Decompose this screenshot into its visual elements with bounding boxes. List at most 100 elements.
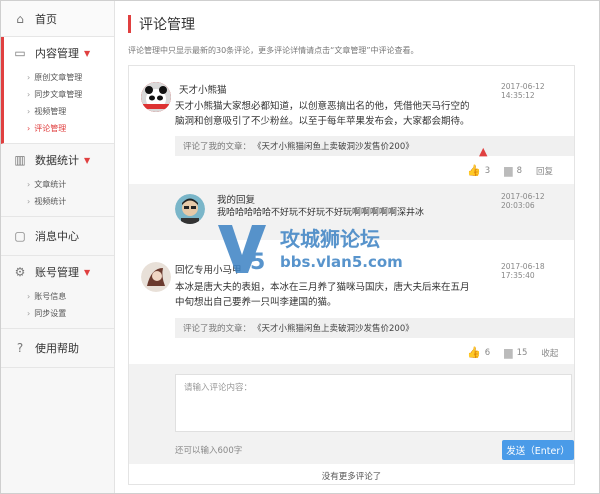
thumbs-up-icon: 👍	[467, 346, 481, 359]
comment-bubble-icon: ▆	[504, 164, 513, 177]
sidebar-item-label: 使用帮助	[35, 342, 79, 355]
main-content: 评论管理 评论管理中只显示最新的30条评论，更多评论详情请点击“文章管理”中评论…	[116, 1, 599, 493]
comment-body-line: 脑洞和创意吸引了不少粉丝。以至于每年苹果发布会，大家都会期待。	[175, 116, 470, 127]
sidebar-subitem-comments[interactable]: › 评论管理	[4, 120, 114, 137]
article-reference-prefix: 评论了我的文章：	[183, 324, 252, 334]
bullet-icon: ›	[27, 180, 31, 189]
chevron-down-icon: ▼	[84, 267, 91, 277]
bullet-icon: ›	[27, 309, 31, 318]
reply-button[interactable]: 回复	[536, 165, 553, 177]
page-title: 评论管理	[128, 15, 195, 33]
comment-composer: 请输入评论内容： 还可以输入600字 发送（Enter）	[129, 364, 574, 464]
sidebar-item-account-management[interactable]: ⚙ 账号管理 ▼	[1, 256, 114, 288]
sidebar-item-label: 数据统计	[35, 154, 79, 167]
comment-author[interactable]: 天才小熊猫	[179, 82, 227, 96]
sidebar-item-help[interactable]: ? 使用帮助	[1, 329, 114, 367]
bullet-icon: ›	[27, 292, 31, 301]
thumbs-up-icon: ▲	[479, 145, 488, 158]
chevron-down-icon: ▼	[84, 48, 91, 58]
like-button[interactable]: 👍 3	[467, 164, 490, 177]
send-button[interactable]: 发送（Enter）	[502, 440, 574, 460]
sidebar-subitem-label: 账号信息	[34, 292, 67, 301]
comment-body-line: 中旬想出自己要养一只叫李建国的猫。	[175, 297, 337, 308]
sidebar-item-label: 首页	[35, 12, 57, 26]
svg-text:5: 5	[250, 250, 265, 275]
avatar	[175, 194, 205, 224]
bar-chart-icon: ▥	[14, 153, 26, 167]
sidebar-group-stats: ▥ 数据统计 ▼ › 文章统计 › 视频统计	[1, 144, 114, 217]
comment-input[interactable]: 请输入评论内容：	[175, 374, 572, 432]
reply-count: 15	[516, 347, 528, 358]
sidebar-subitem-sync-settings[interactable]: › 同步设置	[1, 305, 114, 322]
sidebar-item-label: 账号管理	[35, 266, 79, 279]
bullet-icon: ›	[27, 73, 31, 82]
char-remaining: 还可以输入600字	[175, 446, 243, 456]
article-reference: 评论了我的文章： 《天才小熊猫闲鱼上卖破洞沙发售价200》	[175, 136, 574, 156]
article-reference-prefix: 评论了我的文章：	[183, 142, 252, 152]
watermark-brand: 攻城狮论坛	[280, 227, 380, 251]
sidebar-subitem-label: 文章统计	[34, 180, 67, 189]
sidebar-subitem-account-info[interactable]: › 账号信息	[1, 288, 114, 305]
no-more-comments: 没有更多评论了	[321, 472, 382, 482]
sidebar-item-content-management[interactable]: ▭ 内容管理 ▼	[4, 37, 114, 69]
comment-actions: 👍 6 ▆ 15 收起	[467, 346, 558, 359]
sidebar-subitem-videos[interactable]: › 视频管理	[4, 103, 114, 120]
avatar	[141, 262, 171, 292]
sidebar-subitem-label: 视频统计	[34, 197, 67, 206]
home-icon: ⌂	[16, 11, 24, 26]
bullet-icon: ›	[27, 107, 31, 116]
sidebar-subitem-article-stats[interactable]: › 文章统计	[1, 176, 114, 193]
folder-icon: ▭	[14, 46, 26, 60]
watermark-logo: 5	[218, 225, 266, 275]
sidebar-item-label: 消息中心	[35, 230, 79, 243]
sidebar-subitem-label: 评论管理	[34, 124, 67, 133]
watermark: 5 攻城狮论坛 bbs.vlan5.com	[214, 219, 444, 283]
like-button[interactable]: 👍 6	[467, 346, 490, 359]
collapse-button[interactable]: 收起	[541, 347, 558, 359]
sidebar-subitem-video-stats[interactable]: › 视频统计	[1, 193, 114, 210]
sidebar-group-account: ⚙ 账号管理 ▼ › 账号信息 › 同步设置	[1, 256, 114, 329]
comment-bubble-icon: ▆	[504, 346, 513, 359]
comment-body: 本冰是唐大夫的表姐，本冰在三月养了猫咪马国庆，唐大夫后来在五月 中旬想出自己要养…	[175, 280, 570, 310]
sidebar-subitem-label: 同步设置	[34, 309, 67, 318]
bullet-icon: ›	[27, 197, 31, 206]
watermark-url: bbs.vlan5.com	[280, 253, 403, 271]
reply-count: 8	[516, 165, 523, 176]
sidebar-subitem-label: 同步文章管理	[34, 90, 83, 99]
bullet-icon: ›	[27, 90, 31, 99]
like-count: 6	[484, 347, 491, 358]
sidebar-group-help: ? 使用帮助	[1, 329, 114, 368]
sidebar-item-home[interactable]: ⌂ 首页	[1, 1, 114, 37]
reply-time: 2017-06-12 20:03:06	[501, 192, 545, 210]
sidebar: ⌂ 首页 ▭ 内容管理 ▼ › 原创文章管理 › 同步文章管理 › 视频管理 › 评论管…	[1, 1, 115, 493]
article-link[interactable]: 《天才小熊猫闲鱼上卖破洞沙发售价200》	[253, 140, 414, 152]
reply-count-button[interactable]: ▆ 15	[504, 346, 527, 359]
like-count: 3	[484, 165, 491, 176]
sidebar-subitem-original-articles[interactable]: › 原创文章管理	[4, 69, 114, 86]
comment-body: 天才小熊猫大家想必都知道，以创意恶搞出名的他，凭借他天马行空的 脑洞和创意吸引了…	[175, 99, 570, 129]
avatar	[141, 82, 171, 112]
sidebar-item-label: 内容管理	[35, 47, 79, 60]
comment-actions: 👍 3 ▆ 8 回复	[467, 164, 553, 177]
page-notice: 评论管理中只显示最新的30条评论，更多评论详情请点击“文章管理”中评论查看。	[128, 46, 419, 55]
article-link[interactable]: 《天才小熊猫闲鱼上卖破洞沙发售价200》	[253, 322, 414, 334]
sidebar-subitem-label: 视频管理	[34, 107, 67, 116]
gear-icon: ⚙	[14, 265, 26, 279]
reply-author: 我的回复	[217, 195, 256, 206]
sidebar-item-message-center[interactable]: ▢ 消息中心	[1, 217, 114, 255]
help-icon: ?	[16, 341, 24, 355]
article-reference: 评论了我的文章： 《天才小熊猫闲鱼上卖破洞沙发售价200》	[175, 318, 574, 338]
thumbs-up-icon: 👍	[467, 164, 481, 177]
sidebar-group-content: ▭ 内容管理 ▼ › 原创文章管理 › 同步文章管理 › 视频管理 › 评论管理	[1, 37, 114, 144]
message-icon: ▢	[14, 229, 26, 243]
sidebar-subitem-sync-articles[interactable]: › 同步文章管理	[4, 86, 114, 103]
bullet-icon: ›	[27, 124, 31, 133]
comment-time: 2017-06-18 17:35:40	[501, 262, 545, 280]
reply-count-button[interactable]: ▆ 8	[504, 164, 522, 177]
chevron-down-icon: ▼	[84, 155, 91, 165]
comment-time: 2017-06-12 14:35:12	[501, 82, 545, 100]
sidebar-group-messages: ▢ 消息中心	[1, 217, 114, 256]
comment-item: 天才小熊猫 2017-06-12 14:35:12 天才小熊猫大家想必都知道，以…	[129, 66, 574, 184]
sidebar-item-data-statistics[interactable]: ▥ 数据统计 ▼	[1, 144, 114, 176]
sidebar-subitem-label: 原创文章管理	[34, 73, 83, 82]
